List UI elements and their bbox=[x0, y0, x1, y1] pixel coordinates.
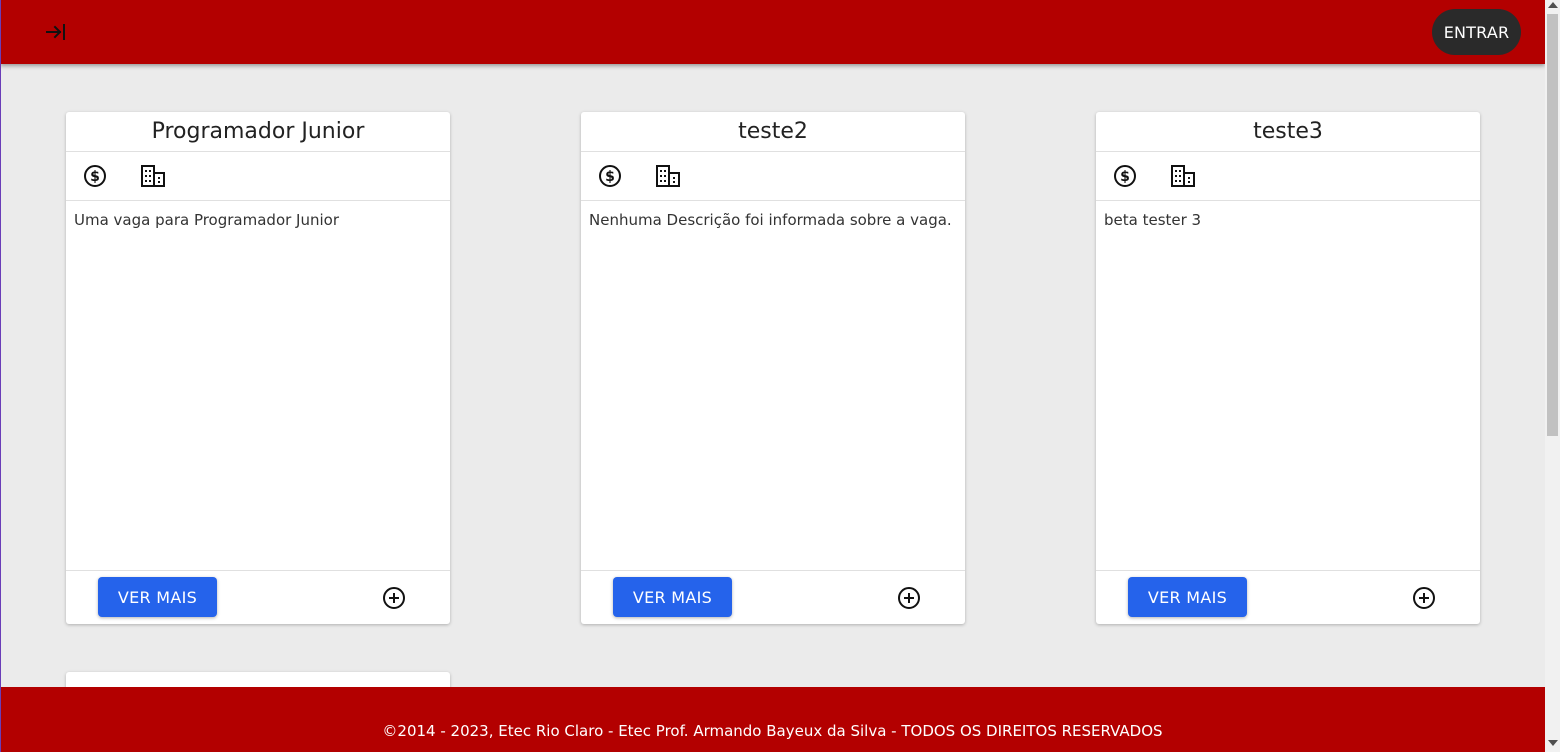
job-title: Programador Junior bbox=[66, 112, 450, 152]
svg-text:$: $ bbox=[1120, 169, 1130, 185]
salary-icon[interactable]: $ bbox=[597, 163, 623, 189]
login-button[interactable]: ENTRAR bbox=[1432, 9, 1521, 55]
svg-text:$: $ bbox=[90, 169, 100, 185]
salary-icon[interactable]: $ bbox=[1112, 163, 1138, 189]
company-icon[interactable] bbox=[655, 163, 681, 189]
job-title: teste2 bbox=[581, 112, 965, 152]
scroll-thumb[interactable] bbox=[1547, 14, 1558, 436]
see-more-button[interactable]: VER MAIS bbox=[613, 577, 732, 617]
footer: ©2014 - 2023, Etec Rio Claro - Etec Prof… bbox=[0, 687, 1545, 752]
svg-text:$: $ bbox=[605, 169, 615, 185]
job-title: teste3 bbox=[1096, 112, 1480, 152]
company-icon[interactable] bbox=[1170, 163, 1196, 189]
job-description: Nenhuma Descrição foi informada sobre a … bbox=[581, 201, 965, 571]
arrow-right-to-bar-icon bbox=[46, 24, 65, 40]
company-icon[interactable] bbox=[140, 163, 166, 189]
top-app-bar: ENTRAR bbox=[0, 0, 1545, 64]
job-card: teste2 $ Nenhuma Descrição foi informada… bbox=[581, 112, 965, 624]
job-icons: $ bbox=[581, 152, 965, 201]
scroll-down-icon[interactable] bbox=[1548, 740, 1558, 746]
copyright-text: ©2014 - 2023, Etec Rio Claro - Etec Prof… bbox=[382, 721, 1163, 740]
salary-icon[interactable]: $ bbox=[82, 163, 108, 189]
window-edge bbox=[0, 0, 1, 752]
job-description: beta tester 3 bbox=[1096, 201, 1480, 571]
add-circle-icon[interactable] bbox=[381, 585, 407, 611]
card-actions: VER MAIS bbox=[1096, 571, 1480, 623]
job-icons: $ bbox=[1096, 152, 1480, 201]
job-icons: $ bbox=[66, 152, 450, 201]
add-circle-icon[interactable] bbox=[896, 585, 922, 611]
vertical-scrollbar[interactable] bbox=[1545, 0, 1560, 752]
card-actions: VER MAIS bbox=[581, 571, 965, 623]
card-actions: VER MAIS bbox=[66, 571, 450, 623]
see-more-button[interactable]: VER MAIS bbox=[1128, 577, 1247, 617]
add-circle-icon[interactable] bbox=[1411, 585, 1437, 611]
see-more-button[interactable]: VER MAIS bbox=[98, 577, 217, 617]
job-description: Uma vaga para Programador Junior bbox=[66, 201, 450, 571]
scroll-up-icon[interactable] bbox=[1548, 2, 1558, 8]
job-card: teste3 $ beta tester 3 VER MAIS bbox=[1096, 112, 1480, 624]
job-card: Programador Junior $ Uma vaga para Progr… bbox=[66, 112, 450, 624]
menu-toggle-button[interactable] bbox=[40, 16, 72, 48]
